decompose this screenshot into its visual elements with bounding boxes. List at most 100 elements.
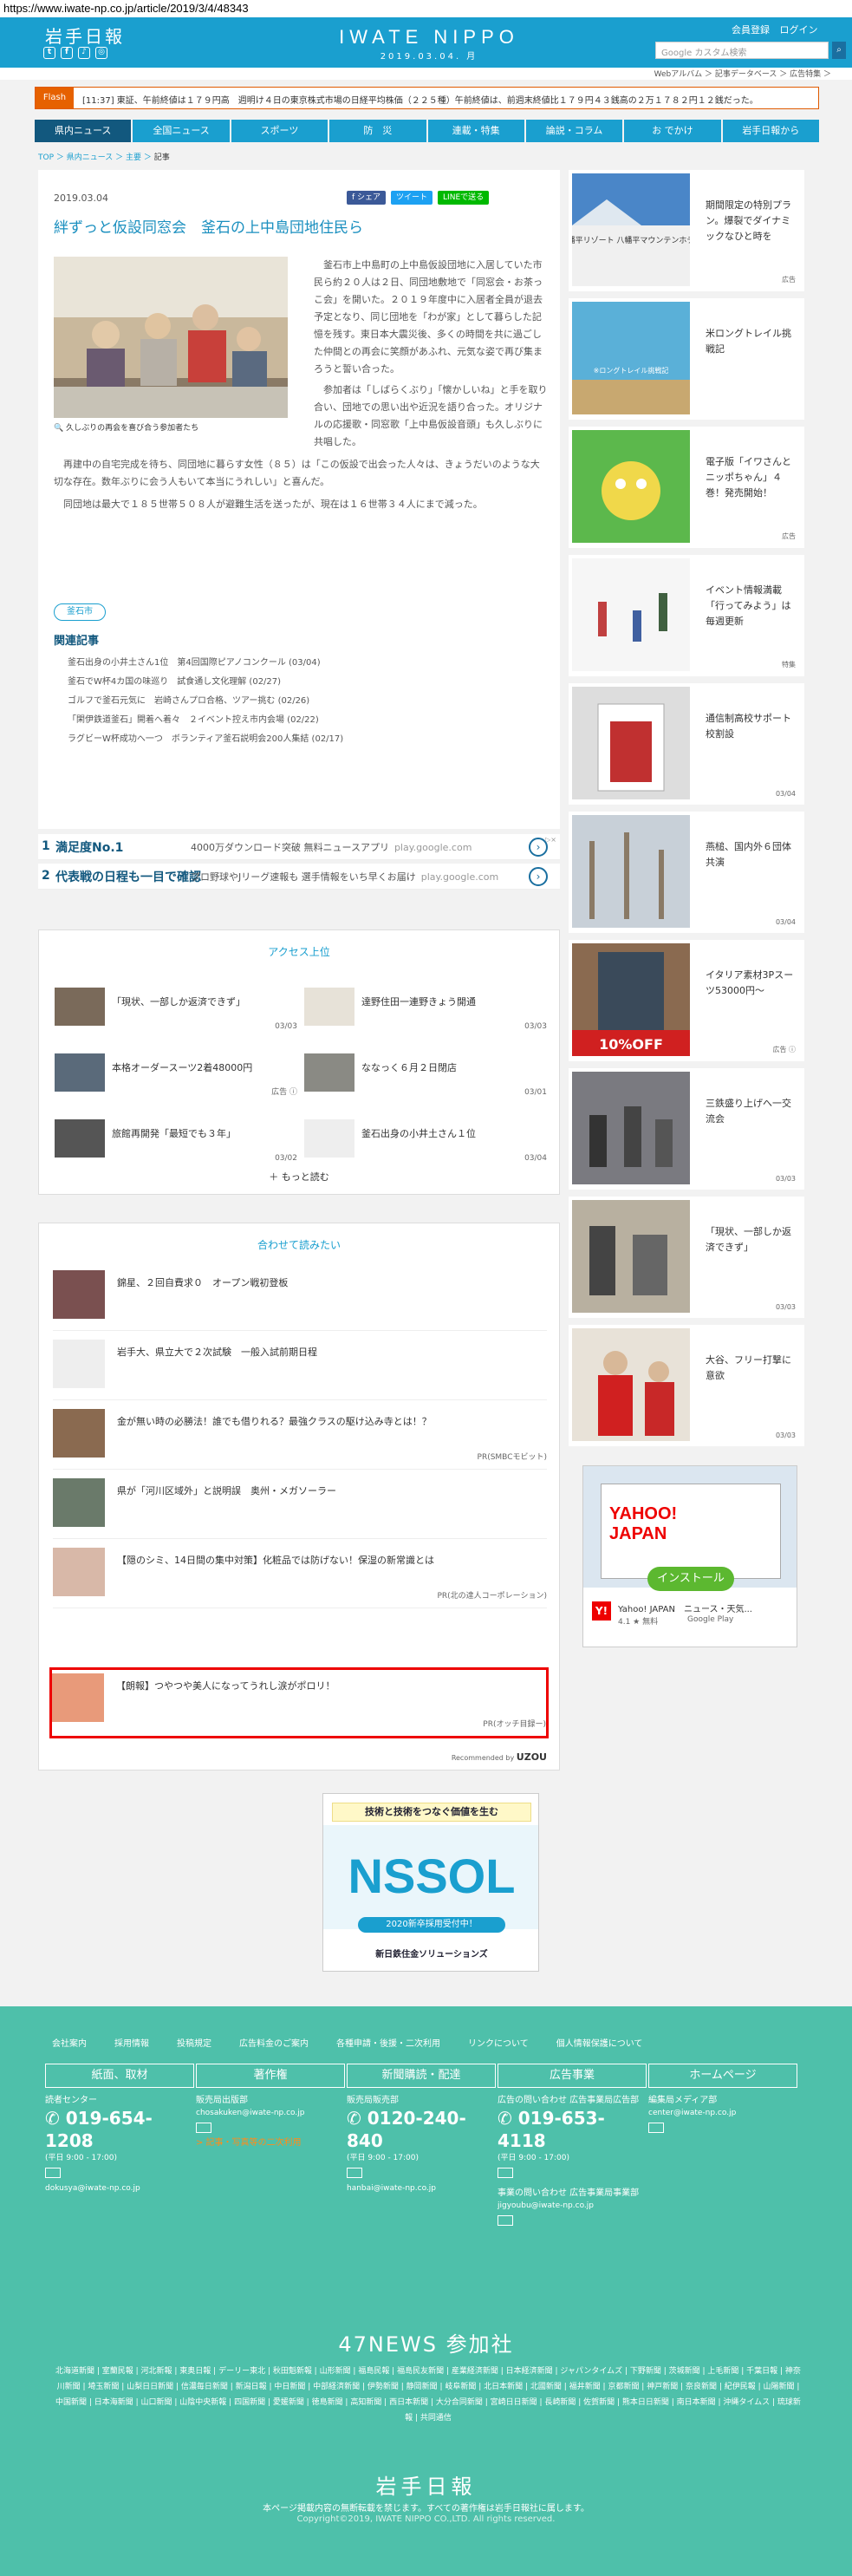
access-item-title[interactable]: 釜石出身の小井土さん１位 xyxy=(361,1126,476,1140)
side-item[interactable]: 10%OFF イタリア素材3Pスーツ53000円〜 広告 ⓘ xyxy=(569,940,804,1061)
side-item[interactable]: 通信制高校サポート校割設 03/04 xyxy=(569,683,804,805)
nav-disaster[interactable]: 防 災 xyxy=(329,120,426,142)
access-item[interactable]: ななっく６月２日閉店 03/01 xyxy=(304,1053,547,1097)
side-item-title[interactable]: 米ロングトレイル挑戦記 xyxy=(706,326,799,357)
side-item-title[interactable]: 大谷、フリー打撃に意欲 xyxy=(706,1353,799,1384)
recommend-item-title[interactable]: 【隠のシミ、14日間の集中対策】化粧品では防げない！保湿の新常識とは xyxy=(117,1553,434,1567)
related-item[interactable]: ラグビーW杯成功へ一つ ボランティア釜石説明会200人集結 (02/17) xyxy=(68,730,343,749)
breadcrumb-section[interactable]: 主要 xyxy=(126,153,141,162)
instagram-icon[interactable]: ◎ xyxy=(95,47,107,59)
member-link[interactable]: 会員登録 xyxy=(732,24,770,36)
footer-mail[interactable]: center@iwate-np.co.jp xyxy=(648,2107,797,2119)
footer-link[interactable]: 会社案内 xyxy=(52,2036,87,2049)
access-item[interactable]: 達野住田一連野きょう開通 03/03 xyxy=(304,988,547,1031)
flash-ticker[interactable]: Flash [11:37] 東証、午前終値は１７９円高 週明け４日の東京株式市場… xyxy=(35,87,819,109)
footer-link[interactable]: リンクについて xyxy=(468,2036,529,2049)
related-item[interactable]: 釜石でW杯4カ国の味巡り 試食通し文化理解 (02/27) xyxy=(68,673,343,692)
side-item-title[interactable]: イベント情報満載「行ってみよう」は毎週更新 xyxy=(706,583,799,629)
tweet-button[interactable]: ツイート xyxy=(391,191,433,205)
facebook-share-button[interactable]: f シェア xyxy=(347,191,387,205)
side-item[interactable]: 大谷、フリー打撃に意欲 03/03 xyxy=(569,1325,804,1446)
access-item-title[interactable]: 旅館再開発「最短でも３年」 xyxy=(112,1126,236,1140)
footer-logo[interactable]: 岩手日報 xyxy=(0,2469,852,2500)
center-logo[interactable]: IWATE NIPPO 2019.03.04. 月 xyxy=(338,26,520,62)
recommend-item-title[interactable]: 【朗報】つやつや美人になってうれし涙がポロリ！ xyxy=(116,1679,335,1692)
phone-number[interactable]: ✆ 0120-240-840 xyxy=(347,2107,496,2152)
access-item[interactable]: 釜石出身の小井土さん１位 03/04 xyxy=(304,1119,547,1163)
mail-icon[interactable] xyxy=(498,2168,513,2178)
access-item-title[interactable]: 「現状、一部しか返済できず」 xyxy=(112,995,245,1008)
secondary-use-link[interactable]: > 記事・写真等の二次利用 xyxy=(196,2137,345,2149)
breadcrumb-top[interactable]: TOP xyxy=(38,153,54,162)
access-item[interactable]: 旅館再開発「最短でも３年」 03/02 xyxy=(55,1119,297,1163)
side-item-title[interactable]: 期間限定の特別プラン。爆裂でダイナミックなひと時を xyxy=(706,198,799,245)
nav-series[interactable]: 連載・特集 xyxy=(427,120,524,142)
mail-icon[interactable] xyxy=(347,2168,362,2178)
yahoo-app-ad[interactable]: YAHOO! JAPAN インストール Y! Yahoo! JAPAN ニュース… xyxy=(582,1465,797,1647)
text-ad[interactable]: 2 代表戦の日程も一目で確認 プロ野球やJリーグ速報も 選手情報をいち早くお届け… xyxy=(38,864,560,890)
twitter-icon[interactable]: t xyxy=(43,47,55,59)
line-share-button[interactable]: LINEで送る xyxy=(438,191,490,205)
recommend-item[interactable]: 錦星、２回自費求０ オープン戦初登板 xyxy=(53,1267,547,1331)
breadcrumb-news[interactable]: 県内ニュース xyxy=(67,153,114,162)
recommend-item-title[interactable]: 県が「河川区域外」と説明誤 奥州・メガソーラー xyxy=(117,1484,336,1497)
footer-link[interactable]: 個人情報保護について xyxy=(556,2036,643,2049)
mail-icon[interactable] xyxy=(648,2123,664,2133)
access-item[interactable]: 本格オーダースーツ2着48000円 広告 ⓘ xyxy=(55,1053,297,1097)
mail-icon[interactable] xyxy=(196,2123,211,2133)
facebook-icon[interactable]: f xyxy=(61,47,73,59)
side-item[interactable]: 電子版「イワさんとニッポちゃん」４巻！発売開始！ 広告 xyxy=(569,427,804,548)
search-icon[interactable]: ⌕ xyxy=(832,42,846,59)
footer-mail[interactable]: hanbai@iwate-np.co.jp xyxy=(347,2182,496,2194)
text-ad[interactable]: 1 満足度No.1 4000万ダウンロード突破 無料ニュースアプリ play.go… xyxy=(38,834,560,860)
google-play-label[interactable]: Google Play xyxy=(687,1615,733,1624)
uzou-credit[interactable]: Recommended by UZOU xyxy=(452,1751,547,1763)
nssol-ad[interactable]: 技術と技術をつなぐ価値を生む NSSOL 2020新卒採用受付中！ 新日鉄住金ソ… xyxy=(322,1793,539,1972)
site-logo[interactable]: 岩手日報 xyxy=(45,23,125,48)
side-item-title[interactable]: 通信制高校サポート校割設 xyxy=(706,711,799,742)
side-item-title[interactable]: イタリア素材3Pスーツ53000円〜 xyxy=(706,968,799,999)
mail-icon[interactable] xyxy=(45,2168,61,2178)
phone-number[interactable]: ✆ 019-653-4118 xyxy=(498,2107,647,2152)
chevron-right-icon[interactable]: › xyxy=(529,838,548,857)
nav-opinion[interactable]: 論説・コラム xyxy=(525,120,623,142)
access-item-title[interactable]: ななっく６月２日閉店 xyxy=(361,1060,457,1074)
search-input[interactable]: Google カスタム検索 xyxy=(655,42,829,59)
nav-national-news[interactable]: 全国ニュース xyxy=(133,120,230,142)
access-item[interactable]: 「現状、一部しか返済できず」 03/03 xyxy=(55,988,297,1031)
side-item[interactable]: 「現状、一部しか返済できず」 03/03 xyxy=(569,1197,804,1318)
related-item[interactable]: ゴルフで釜石元気に 岩崎さんプロ合格、ツアー挑む (02/26) xyxy=(68,692,343,711)
ad-headline[interactable]: 満足度No.1 xyxy=(55,838,123,856)
side-item[interactable]: 燕槌、国内外６団体共演 03/04 xyxy=(569,812,804,933)
side-item[interactable]: イベント情報満載「行ってみよう」は毎週更新 特集 xyxy=(569,555,804,676)
login-link[interactable]: ログイン xyxy=(780,24,818,36)
tiktok-icon[interactable]: ♪ xyxy=(78,47,90,59)
flash-text[interactable]: [11:37] 東証、午前終値は１７９円高 週明け４日の東京株式市場の日経平均株… xyxy=(82,93,758,106)
nav-sports[interactable]: スポーツ xyxy=(231,120,328,142)
nav-from-nippo[interactable]: 岩手日報から xyxy=(722,120,819,142)
browser-url[interactable]: https://www.iwate-np.co.jp/article/2019/… xyxy=(0,0,852,17)
access-item-title[interactable]: 本格オーダースーツ2着48000円 xyxy=(112,1060,252,1074)
recommend-item-title[interactable]: 金が無い時の必勝法！誰でも借りれる？最強クラスの駆け込み寺とは！？ xyxy=(117,1414,432,1428)
footer-link[interactable]: 広告料金のご案内 xyxy=(239,2036,309,2049)
side-item[interactable]: 三鉄盛り上げへ一交流会 03/03 xyxy=(569,1068,804,1190)
footer-mail[interactable]: dokusya@iwate-np.co.jp xyxy=(45,2182,194,2194)
related-item[interactable]: 釜石出身の小井土さん1位 第4回国際ピアノコンクール (03/04) xyxy=(68,654,343,673)
access-item-title[interactable]: 達野住田一連野きょう開通 xyxy=(361,995,476,1008)
recommend-item-title[interactable]: 錦星、２回自費求０ オープン戦初登板 xyxy=(117,1275,288,1289)
footer-link[interactable]: 採用情報 xyxy=(114,2036,149,2049)
install-button[interactable]: インストール xyxy=(647,1567,734,1591)
side-item-title[interactable]: 燕槌、国内外６団体共演 xyxy=(706,839,799,871)
recommend-item[interactable]: 岩手大、県立大で２次試験 一般入試前期日程 xyxy=(53,1336,547,1400)
side-item[interactable]: 八幡平リゾート 八幡平マウンテンホテル 期間限定の特別プラン。爆裂でダイナミック… xyxy=(569,170,804,291)
footer-mail[interactable]: jigyoubu@iwate-np.co.jp xyxy=(498,2200,647,2212)
side-item[interactable]: ※ロングトレイル挑戦記 米ロングトレイル挑戦記 xyxy=(569,298,804,420)
footer-link[interactable]: 各種申請・後援・二次利用 xyxy=(336,2036,440,2049)
footer-mail[interactable]: chosakuken@iwate-np.co.jp xyxy=(196,2107,345,2119)
recommend-item[interactable]: 県が「河川区域外」と説明誤 奥州・メガソーラー xyxy=(53,1475,547,1539)
nav-local-news[interactable]: 県内ニュース xyxy=(35,120,132,142)
nav-outing[interactable]: お でかけ xyxy=(624,120,721,142)
mail-icon[interactable] xyxy=(498,2215,513,2226)
side-item-title[interactable]: 電子版「イワさんとニッポちゃん」４巻！発売開始！ xyxy=(706,454,799,501)
footer-link[interactable]: 投稿規定 xyxy=(177,2036,211,2049)
